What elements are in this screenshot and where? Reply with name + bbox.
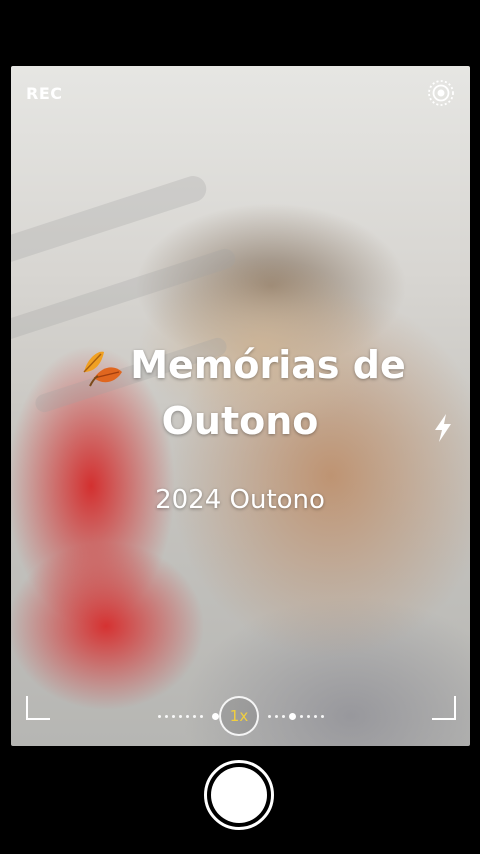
frame-corner-right (432, 696, 456, 720)
zoom-label: 1x (229, 707, 249, 725)
rec-indicator: REC (26, 84, 63, 103)
zoom-ticks-left (158, 715, 203, 719)
shutter-button-inner[interactable] (211, 767, 267, 823)
zoom-ticks-right-2 (300, 715, 324, 719)
background-blanket-stripe (11, 172, 210, 266)
zoom-stop-right[interactable] (289, 713, 296, 720)
background-blanket-stripe (11, 246, 238, 346)
zoom-ticks-right (268, 715, 285, 719)
autumn-leaves-icon (83, 351, 123, 386)
frame-corner-left (26, 696, 50, 720)
zoom-1x-button[interactable]: 1x (219, 696, 259, 736)
flash-icon[interactable] (432, 413, 454, 443)
title-text-line-2: Outono (161, 398, 319, 443)
title-line-1: Memórias de (0, 338, 480, 394)
overlay-subtitle: 2024 Outono (155, 485, 325, 515)
live-photo-icon[interactable] (427, 79, 455, 107)
zoom-stop-left[interactable] (212, 713, 219, 720)
overlay-title: Memórias de Outono (0, 338, 480, 448)
title-text-line-1: Memórias de (130, 343, 406, 387)
